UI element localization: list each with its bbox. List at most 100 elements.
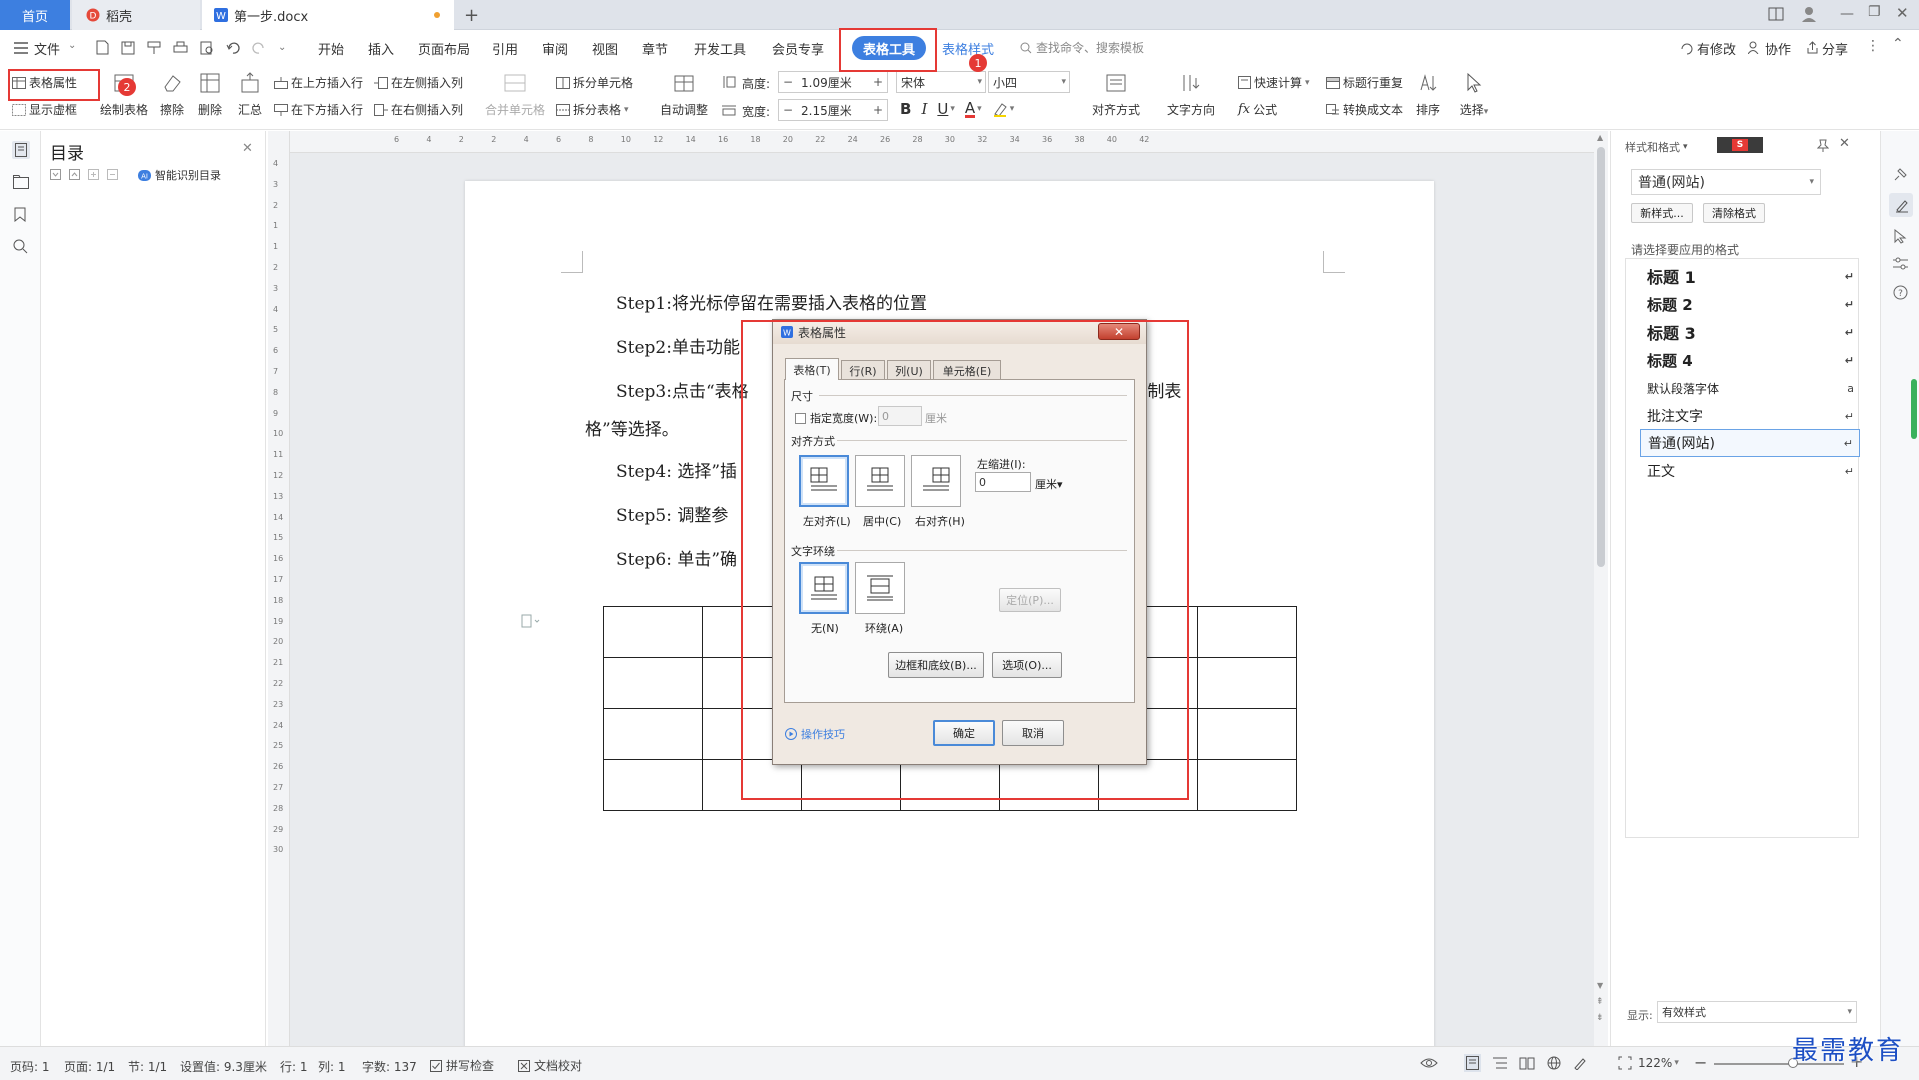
table-cell[interactable] <box>1098 759 1198 811</box>
share-button[interactable]: 分享 <box>1822 39 1848 58</box>
underline-icon[interactable]: U <box>937 100 948 118</box>
has-changes-button[interactable]: 有修改 <box>1697 39 1736 58</box>
font-name-select[interactable]: 宋体 ▾ <box>896 71 986 93</box>
save-icon[interactable] <box>121 41 135 55</box>
merge-cells-button[interactable]: 合并单元格 <box>484 72 546 118</box>
status-page-number[interactable]: 页码: 1 <box>10 1058 50 1075</box>
menu-start[interactable]: 开始 <box>318 39 344 58</box>
outline-view-icon[interactable] <box>1493 1056 1507 1070</box>
scrollbar-thumb[interactable] <box>1597 147 1605 567</box>
header-row-repeat-button[interactable]: 标题行重复 <box>1326 74 1403 91</box>
doc-proof-button[interactable]: 文档校对 <box>518 1057 582 1074</box>
pref-width-unit[interactable]: 厘米 <box>925 410 947 426</box>
vertical-ruler[interactable]: 4 3 2 1 1 2 3 4 5 6 7 8 9 10 11 12 13 14 15 16 17 18 19 20 21 22 2… <box>268 131 290 1046</box>
bold-icon[interactable]: B <box>900 100 911 118</box>
left-indent-input[interactable]: 0 <box>975 472 1031 492</box>
restore-icon[interactable]: ❐ <box>1868 4 1881 20</box>
convert-to-text-button[interactable]: 转换成文本 <box>1326 101 1403 118</box>
select-button[interactable]: 选择▾ <box>1454 72 1494 118</box>
italic-icon[interactable]: I <box>921 100 927 118</box>
insert-row-below-button[interactable]: 在下方插入行 <box>274 101 363 118</box>
close-toc-icon[interactable]: ✕ <box>242 141 253 156</box>
alignment-button[interactable]: 对齐方式 <box>1084 72 1148 118</box>
read-view-icon[interactable] <box>1519 1056 1535 1070</box>
table-cell[interactable] <box>900 759 1000 811</box>
width-increment-button[interactable]: + <box>869 103 887 117</box>
add-heading-icon[interactable] <box>88 169 99 180</box>
status-section[interactable]: 节: 1/1 <box>128 1058 167 1075</box>
format-painter-icon[interactable] <box>147 41 161 55</box>
auto-fit-button[interactable]: 自动调整 <box>654 72 714 118</box>
dialog-tab-table[interactable]: 表格(T) <box>785 358 839 380</box>
styles-panel-header[interactable]: 样式和格式 ▾ <box>1625 139 1688 155</box>
table-cell[interactable] <box>801 759 901 811</box>
table-cell[interactable] <box>603 708 703 760</box>
style-item-heading1[interactable]: 标题 1 ↵ <box>1640 262 1860 290</box>
text-direction-button[interactable]: 文字方向 <box>1158 72 1224 118</box>
insert-col-right-button[interactable]: 在右侧插入列 <box>374 101 463 118</box>
pref-width-checkbox[interactable]: 指定宽度(W): <box>795 410 877 426</box>
smart-toc-button[interactable]: AI 智能识别目录 <box>138 167 221 183</box>
current-style-select[interactable]: 普通(网站) ▾ <box>1631 169 1821 195</box>
insert-row-above-button[interactable]: 在上方插入行 <box>274 74 363 91</box>
pref-width-input[interactable]: 0 <box>878 406 922 426</box>
zoom-select[interactable]: 122% ▾ <box>1638 1056 1679 1070</box>
style-item-normal-web[interactable]: 普通(网站) ↵ <box>1640 429 1860 457</box>
new-tab-icon[interactable]: + <box>464 5 479 26</box>
scroll-up-icon[interactable]: ▲ <box>1597 133 1603 142</box>
close-styles-panel-icon[interactable]: ✕ <box>1839 136 1850 151</box>
toc-icon[interactable] <box>12 141 30 159</box>
cancel-button[interactable]: 取消 <box>1002 720 1064 746</box>
table-cell[interactable] <box>1197 657 1297 709</box>
print-icon[interactable] <box>173 41 188 55</box>
status-word-count[interactable]: 字数: 137 <box>362 1058 417 1075</box>
user-avatar[interactable] <box>1800 5 1818 23</box>
menu-review[interactable]: 审阅 <box>542 39 568 58</box>
height-increment-button[interactable]: + <box>869 75 887 89</box>
menu-member[interactable]: 会员专享 <box>772 39 824 58</box>
table-cell[interactable] <box>1197 759 1297 811</box>
minimize-icon[interactable]: — <box>1840 6 1854 22</box>
collapse-ribbon-icon[interactable]: ⌃ <box>1892 36 1904 52</box>
find-icon[interactable] <box>13 239 28 254</box>
wrap-around-option[interactable] <box>855 562 905 614</box>
style-item-heading4[interactable]: 标题 4 ↵ <box>1640 346 1860 374</box>
width-decrement-button[interactable]: − <box>779 103 797 117</box>
status-pages[interactable]: 页面: 1/1 <box>64 1058 115 1075</box>
clear-format-button[interactable]: 清除格式 <box>1703 203 1765 223</box>
delete-button[interactable]: 删除 <box>192 72 228 118</box>
page-view-icon[interactable] <box>1464 1054 1481 1072</box>
tab-document[interactable]: W 第一步.docx <box>202 0 454 30</box>
table-cell[interactable] <box>1197 708 1297 760</box>
pin-icon[interactable] <box>1817 139 1829 152</box>
insert-col-left-button[interactable]: 在左侧插入列 <box>374 74 463 91</box>
side-scroll-indicator[interactable] <box>1911 379 1917 439</box>
command-search[interactable]: 查找命令、搜索模板 <box>1036 39 1144 56</box>
next-page-icon[interactable]: ⇟ <box>1596 1013 1604 1023</box>
vertical-scrollbar[interactable]: ▲ ▼ ⇞ ⇟ <box>1594 131 1608 1046</box>
col-width-input[interactable]: − 2.15厘米 + <box>778 99 888 121</box>
web-view-icon[interactable] <box>1547 1056 1561 1070</box>
expand-icon[interactable] <box>69 169 80 180</box>
font-size-select[interactable]: 小四 ▾ <box>988 71 1070 93</box>
paragraph-mark-icon[interactable] <box>521 614 541 628</box>
style-brush-icon[interactable] <box>1889 193 1913 217</box>
sort-button[interactable]: 排序 <box>1412 72 1444 118</box>
split-table-button[interactable]: 拆分表格 ▾ <box>556 101 629 118</box>
remove-heading-icon[interactable] <box>107 169 118 180</box>
summary-button[interactable]: 汇总 <box>234 72 266 118</box>
menu-view[interactable]: 视图 <box>592 39 618 58</box>
menu-chapter[interactable]: 章节 <box>642 39 668 58</box>
tab-home[interactable]: 首页 <box>0 0 70 30</box>
table-cell[interactable] <box>702 759 802 811</box>
menu-insert[interactable]: 插入 <box>368 39 394 58</box>
split-cells-button[interactable]: 拆分单元格 <box>556 74 633 91</box>
status-setting[interactable]: 设置值: 9.3厘米 <box>180 1058 267 1075</box>
undo-icon[interactable] <box>226 42 240 54</box>
window-layout-icon[interactable] <box>1768 7 1784 21</box>
menu-table-tools[interactable]: 表格工具 <box>852 36 926 60</box>
dialog-tab-column[interactable]: 列(U) <box>887 360 931 380</box>
table-cell[interactable] <box>603 759 703 811</box>
redo-icon[interactable] <box>252 42 266 54</box>
chapter-nav-icon[interactable] <box>13 175 29 189</box>
